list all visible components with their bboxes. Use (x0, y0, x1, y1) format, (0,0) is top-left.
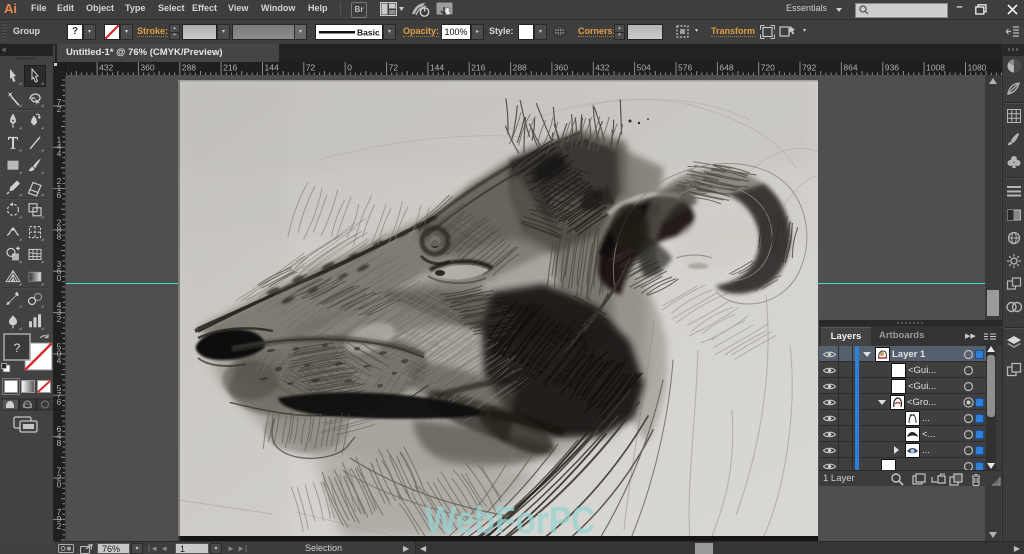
svg-text:0: 0 (347, 63, 352, 73)
svg-text:4: 4 (57, 149, 62, 159)
svg-text:6: 6 (57, 397, 62, 407)
svg-text:720: 720 (761, 63, 775, 73)
svg-text:4: 4 (57, 355, 62, 365)
svg-text:576: 576 (678, 63, 692, 73)
svg-text:2: 2 (57, 104, 62, 114)
svg-text:8: 8 (57, 231, 62, 241)
svg-text:72: 72 (306, 63, 316, 73)
svg-text:360: 360 (140, 63, 154, 73)
svg-text:216: 216 (223, 63, 237, 73)
svg-text:864: 864 (843, 63, 857, 73)
svg-text:0: 0 (57, 273, 62, 283)
svg-text:504: 504 (637, 63, 651, 73)
svg-text:8: 8 (57, 438, 62, 448)
svg-text:72: 72 (389, 63, 399, 73)
svg-text:144: 144 (430, 63, 444, 73)
svg-text:288: 288 (182, 63, 196, 73)
svg-text:432: 432 (99, 63, 113, 73)
svg-text:792: 792 (802, 63, 816, 73)
svg-text:432: 432 (595, 63, 609, 73)
svg-text:288: 288 (513, 63, 527, 73)
svg-text:0: 0 (57, 480, 62, 490)
svg-text:360: 360 (554, 63, 568, 73)
svg-text:936: 936 (885, 63, 899, 73)
svg-text:?: ? (14, 341, 21, 355)
svg-text:648: 648 (719, 63, 733, 73)
svg-text:Basic: Basic (357, 28, 380, 38)
svg-text:2: 2 (57, 314, 62, 324)
svg-text:216: 216 (471, 63, 485, 73)
svg-text:WebForPC: WebForPC (425, 499, 595, 541)
svg-text:1008: 1008 (926, 63, 945, 73)
svg-text:1080: 1080 (968, 63, 987, 73)
svg-text:6: 6 (57, 190, 62, 200)
svg-text:2: 2 (57, 521, 62, 531)
svg-text:144: 144 (265, 63, 279, 73)
